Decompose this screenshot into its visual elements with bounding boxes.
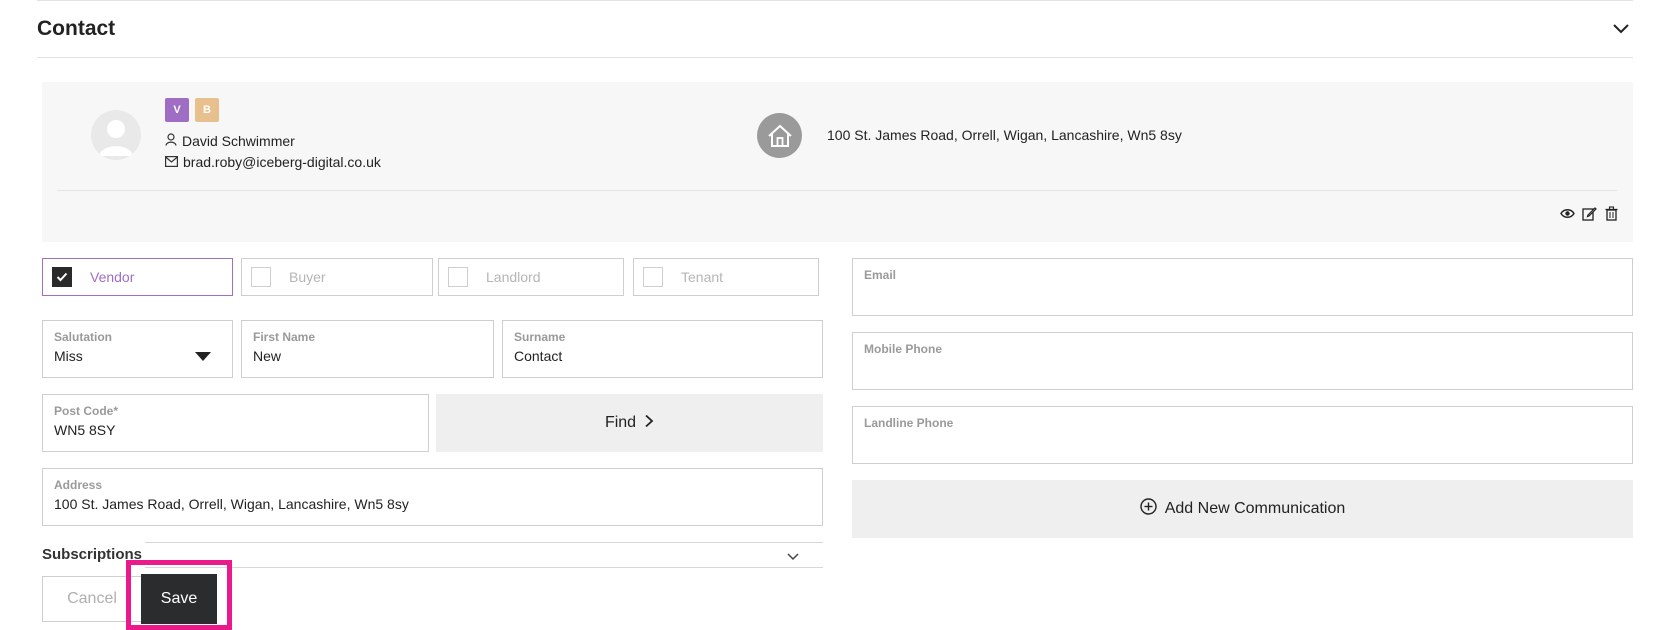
property-address: 100 St. James Road, Orrell, Wigan, Lanca… bbox=[827, 127, 1182, 143]
surname-value: Contact bbox=[514, 348, 563, 364]
card-actions bbox=[1560, 206, 1619, 221]
landline-phone-label: Landline Phone bbox=[864, 416, 954, 430]
checkbox-icon bbox=[251, 267, 271, 287]
find-button[interactable]: Find bbox=[436, 394, 823, 452]
chevron-right-icon bbox=[644, 414, 654, 433]
person-icon bbox=[165, 133, 177, 149]
edit-icon[interactable] bbox=[1582, 206, 1597, 221]
surname-label: Surname bbox=[514, 330, 566, 344]
save-button[interactable]: Save bbox=[141, 574, 217, 624]
email-field[interactable]: Email bbox=[852, 258, 1633, 316]
role-vendor-checkbox[interactable]: Vendor bbox=[42, 258, 233, 296]
email-label: Email bbox=[864, 268, 897, 282]
salutation-label: Salutation bbox=[54, 330, 113, 344]
contact-email: brad.roby@iceberg-digital.co.uk bbox=[165, 154, 381, 170]
collapse-chevron-icon[interactable] bbox=[1612, 22, 1630, 36]
header-divider bbox=[37, 57, 1633, 58]
save-button-label: Save bbox=[160, 590, 198, 607]
checkbox-checked-icon bbox=[52, 267, 72, 287]
first-name-value: New bbox=[253, 348, 282, 364]
find-button-label: Find bbox=[604, 414, 637, 431]
role-tenant-checkbox[interactable]: Tenant bbox=[633, 258, 819, 296]
dropdown-caret-icon bbox=[195, 352, 211, 361]
first-name-label: First Name bbox=[253, 330, 316, 344]
role-landlord-checkbox[interactable]: Landlord bbox=[438, 258, 624, 296]
add-new-communication-button[interactable]: Add New Communication bbox=[852, 480, 1633, 538]
first-name-field[interactable]: First Name New bbox=[241, 320, 494, 378]
role-landlord-label: Landlord bbox=[486, 269, 541, 285]
eye-icon[interactable] bbox=[1560, 206, 1575, 221]
address-field[interactable]: Address 100 St. James Road, Orrell, Wiga… bbox=[42, 468, 823, 526]
post-code-value: WN5 8SY bbox=[54, 422, 116, 438]
surname-field[interactable]: Surname Contact bbox=[502, 320, 823, 378]
buyer-badge: B bbox=[195, 98, 219, 122]
role-buyer-checkbox[interactable]: Buyer bbox=[241, 258, 433, 296]
role-buyer-label: Buyer bbox=[289, 269, 326, 285]
post-code-field[interactable]: Post Code* WN5 8SY bbox=[42, 394, 429, 452]
checkbox-icon bbox=[643, 267, 663, 287]
avatar bbox=[91, 110, 141, 160]
vendor-badge: V bbox=[165, 98, 189, 122]
contact-email-text: brad.roby@iceberg-digital.co.uk bbox=[183, 154, 381, 170]
address-value: 100 St. James Road, Orrell, Wigan, Lanca… bbox=[54, 496, 409, 512]
role-tenant-label: Tenant bbox=[681, 269, 724, 285]
landline-phone-field[interactable]: Landline Phone bbox=[852, 406, 1633, 464]
salutation-select[interactable]: Salutation Miss bbox=[42, 320, 233, 378]
subscriptions-top-divider bbox=[145, 542, 823, 543]
subscriptions-chevron-icon[interactable] bbox=[786, 549, 800, 561]
section-title: Contact bbox=[37, 17, 116, 40]
contact-name: David Schwimmer bbox=[165, 133, 295, 149]
cancel-button-label: Cancel bbox=[67, 590, 117, 607]
subscriptions-bottom-divider bbox=[145, 567, 823, 568]
mobile-phone-field[interactable]: Mobile Phone bbox=[852, 332, 1633, 390]
role-vendor-label: Vendor bbox=[90, 269, 135, 285]
envelope-icon bbox=[165, 154, 179, 170]
plus-circle-icon bbox=[1140, 498, 1157, 520]
top-divider bbox=[37, 0, 1633, 1]
add-new-communication-label: Add New Communication bbox=[1164, 500, 1346, 517]
checkbox-icon bbox=[448, 267, 468, 287]
card-divider bbox=[57, 190, 1617, 191]
mobile-phone-label: Mobile Phone bbox=[864, 342, 942, 356]
house-icon bbox=[757, 113, 802, 158]
trash-icon[interactable] bbox=[1604, 206, 1619, 221]
contact-name-text: David Schwimmer bbox=[182, 133, 295, 149]
post-code-label: Post Code* bbox=[54, 404, 119, 418]
address-label: Address bbox=[54, 478, 103, 492]
